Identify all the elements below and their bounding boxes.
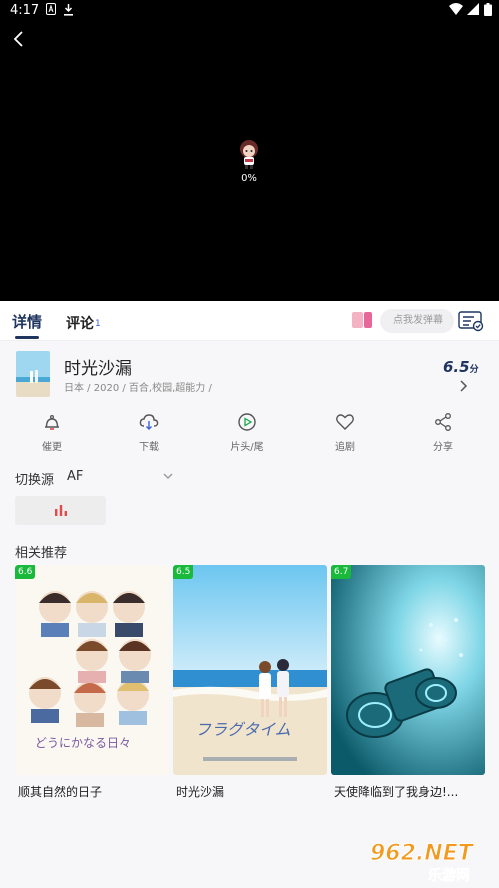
urge-update-button[interactable]: 催更 xyxy=(17,412,87,454)
status-time: 4:17 xyxy=(10,3,40,18)
status-bar: 4:17 xyxy=(0,0,499,22)
score-badge: 6.6 xyxy=(15,565,36,579)
score-badge: 6.5 xyxy=(173,565,194,579)
site-watermark: 962.NET 乐游网 xyxy=(370,841,476,885)
video-player[interactable]: 4:17 0% xyxy=(0,0,499,301)
cloud-download-icon xyxy=(139,414,159,430)
related-card[interactable]: フラグタイム 6.5 xyxy=(173,565,327,775)
score-badge: 6.7 xyxy=(331,565,352,579)
loading-progress: 0% xyxy=(241,173,257,184)
related-label: 相关推荐 xyxy=(15,546,68,561)
share-button[interactable]: 分享 xyxy=(408,412,478,454)
action-label-follow: 追剧 xyxy=(335,442,355,453)
related-card[interactable]: 6.7 xyxy=(331,565,485,775)
battery-icon xyxy=(484,3,492,16)
comments-count: 1 xyxy=(95,319,101,329)
danmaku-input[interactable]: 点我发弹幕 xyxy=(380,309,454,333)
signal-icon xyxy=(467,3,479,15)
poster-image: フラグタイム xyxy=(173,565,327,775)
poster-image: どうにかなる日々 xyxy=(15,565,169,775)
svg-text:どうにかなる日々: どうにかなる日々 xyxy=(35,736,131,750)
svg-text:フラグタイム: フラグタイム xyxy=(195,720,291,739)
related-card-title[interactable]: 顺其自然的日子 xyxy=(18,783,172,800)
download-button[interactable]: 下载 xyxy=(114,412,184,454)
episode-button[interactable] xyxy=(15,496,106,525)
tab-active-indicator xyxy=(15,336,39,339)
source-select[interactable]: AF xyxy=(67,469,83,484)
download-icon xyxy=(64,4,73,16)
tab-bar: 详情 评论 1 点我发弹幕 xyxy=(0,301,499,341)
action-label-share: 分享 xyxy=(433,442,453,453)
equalizer-icon xyxy=(55,505,67,516)
score-value: 6.5 xyxy=(443,358,470,376)
chevron-right-icon[interactable] xyxy=(458,380,468,392)
intro-outro-button[interactable]: 片头/尾 xyxy=(212,412,282,454)
share-icon xyxy=(435,413,451,431)
loading-mascot-icon xyxy=(240,140,258,169)
poster-image xyxy=(331,565,485,775)
show-score: 6.5分 xyxy=(443,358,479,376)
tab-comments[interactable]: 评论 xyxy=(66,313,94,333)
action-label-intro-outro: 片头/尾 xyxy=(230,442,264,453)
show-meta: 日本 / 2020 / 百合,校园,超能力 / xyxy=(64,383,212,394)
show-title: 时光沙漏 xyxy=(64,359,132,379)
related-card-title[interactable]: 时光沙漏 xyxy=(176,783,330,800)
score-unit: 分 xyxy=(469,365,479,375)
source-label: 切换源 xyxy=(15,473,55,488)
bell-icon xyxy=(45,414,59,430)
back-icon[interactable] xyxy=(8,28,30,50)
tab-details[interactable]: 详情 xyxy=(12,311,42,332)
danmaku-settings-icon[interactable] xyxy=(458,310,484,332)
action-label-urge: 催更 xyxy=(42,442,62,453)
related-card[interactable]: どうにかなる日々 6.6 xyxy=(15,565,169,775)
chevron-down-icon[interactable] xyxy=(162,470,174,482)
follow-button[interactable]: 追剧 xyxy=(310,412,380,454)
action-label-download: 下载 xyxy=(139,442,159,453)
related-card-title[interactable]: 天使降临到了我身边!... xyxy=(334,783,488,800)
danmaku-toggle-icon[interactable] xyxy=(352,311,372,329)
play-circle-icon xyxy=(238,413,256,431)
wifi-icon xyxy=(449,3,463,15)
notification-a-icon xyxy=(46,3,56,15)
heart-icon xyxy=(336,414,354,430)
watermark-text: 962.NET xyxy=(370,841,475,866)
show-poster[interactable] xyxy=(16,351,50,397)
watermark-subtext: 乐游网 xyxy=(428,867,470,884)
